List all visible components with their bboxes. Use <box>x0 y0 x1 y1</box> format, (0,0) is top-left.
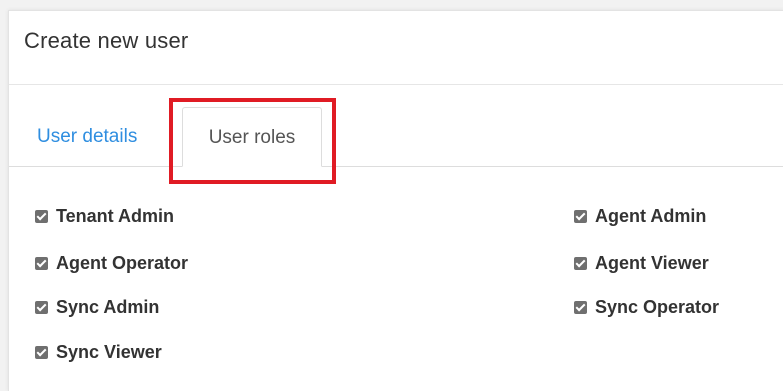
role-sync-admin[interactable]: Sync Admin <box>35 296 159 318</box>
tab-bar: User details User roles <box>9 107 783 167</box>
role-label: Tenant Admin <box>56 205 174 226</box>
role-sync-operator[interactable]: Sync Operator <box>574 296 719 318</box>
role-label: Agent Operator <box>56 252 189 273</box>
role-agent-viewer[interactable]: Agent Viewer <box>574 252 709 274</box>
checkbox-checked-icon[interactable] <box>574 209 587 223</box>
create-user-dialog: Create new user User details User roles … <box>8 10 783 391</box>
checkbox-checked-icon[interactable] <box>574 300 587 314</box>
tab-user-roles[interactable]: User roles <box>182 107 322 167</box>
dialog-header: Create new user <box>9 11 783 85</box>
checkbox-checked-icon[interactable] <box>35 300 48 314</box>
role-label: Sync Operator <box>595 296 720 317</box>
checkbox-checked-icon[interactable] <box>35 345 48 359</box>
checkbox-checked-icon[interactable] <box>35 256 48 270</box>
role-label: Sync Viewer <box>56 341 162 362</box>
dialog-title: Create new user <box>24 28 189 53</box>
tab-user-details[interactable]: User details <box>37 107 169 166</box>
role-label: Agent Viewer <box>595 252 709 273</box>
role-tenant-admin[interactable]: Tenant Admin <box>35 205 174 227</box>
role-agent-operator[interactable]: Agent Operator <box>35 252 188 274</box>
role-label: Sync Admin <box>56 296 160 317</box>
role-sync-viewer[interactable]: Sync Viewer <box>35 341 162 363</box>
role-label: Agent Admin <box>595 205 707 226</box>
checkbox-checked-icon[interactable] <box>574 256 587 270</box>
role-agent-admin[interactable]: Agent Admin <box>574 205 706 227</box>
checkbox-checked-icon[interactable] <box>35 209 48 223</box>
